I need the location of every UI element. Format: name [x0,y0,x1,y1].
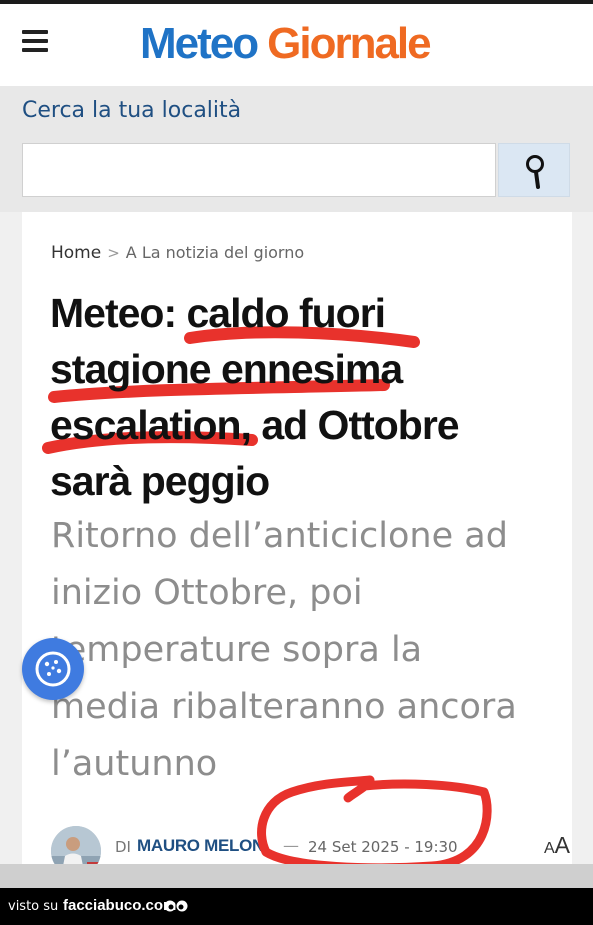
search-icon [526,155,544,189]
author-name[interactable]: MAURO MELON [137,836,264,856]
title-line: Meteo: caldo fuori [50,290,386,336]
logo-giornale: Giornale [267,19,431,68]
logo-meteo: Meteo [140,19,259,68]
text-size-small-a: A [544,840,555,857]
red-annotation-circle [257,775,492,864]
subtitle-line: media ribalteranno ancora [51,687,517,727]
watermark-eyes-icon [164,900,188,912]
byline-prefix: DI [115,838,131,856]
watermark-footer: visto su facciabuco.com [0,888,593,925]
site-logo[interactable]: Meteo Giornale [140,16,432,72]
article-subtitle: Ritorno dell’anticiclone ad inizio Ottob… [51,508,551,793]
text-size-button[interactable]: AA [544,832,570,859]
author-avatar[interactable] [51,826,101,864]
text-size-big-a: A [554,832,571,858]
watermark-site: facciabuco.com [63,897,177,914]
watermark-visto-su: visto su [8,899,59,914]
subtitle-line: temperature sopra la [51,630,423,670]
subtitle-line: Ritorno dell’anticiclone ad [51,516,508,556]
hamburger-menu-icon[interactable] [22,30,48,52]
search-section: Cerca la tua località [0,86,593,212]
article-card: Home > A La notizia del giorno Meteo: cald… [22,212,572,864]
title-line: escalation, ad Ottobre [50,402,460,448]
cookie-settings-button[interactable] [22,638,84,700]
search-input[interactable] [22,143,496,197]
search-button[interactable] [498,143,570,197]
title-line: sarà peggio [50,458,270,504]
article-title: Meteo: caldo fuori stagione ennesima esc… [50,285,530,509]
search-label: Cerca la tua località [22,98,242,123]
subtitle-line: inizio Ottobre, poi [51,573,363,613]
cookie-icon [35,651,71,687]
page-bottom-strip [0,864,593,888]
site-header: Meteo Giornale [0,4,593,86]
title-line: stagione ennesima [50,346,403,392]
